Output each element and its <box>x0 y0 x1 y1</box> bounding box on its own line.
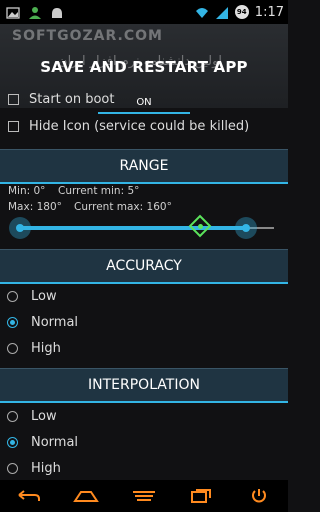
section-divider <box>0 182 288 184</box>
accuracy-option-low[interactable]: Low <box>0 283 288 309</box>
option-label: High <box>31 340 61 356</box>
android-icon <box>50 5 64 19</box>
back-icon[interactable] <box>15 485 43 507</box>
accuracy-title: ACCURACY <box>106 258 182 274</box>
option-label: Normal <box>31 314 79 330</box>
wifi-icon <box>195 5 209 19</box>
save-and-restart-button[interactable]: SAVE AND RESTART APP <box>0 50 288 84</box>
navigation-bar <box>0 480 288 512</box>
interpolation-section-header: INTERPOLATION <box>0 368 288 403</box>
range-max: Max: 180° <box>8 201 62 213</box>
radio-button[interactable] <box>7 342 18 354</box>
range-current-min: Current min: 5° <box>58 185 140 197</box>
recents-icon[interactable] <box>130 485 158 507</box>
option-label: Low <box>31 408 57 424</box>
range-min-handle[interactable] <box>9 217 31 239</box>
option-label: Normal <box>31 434 79 450</box>
signal-icon <box>215 5 229 19</box>
start-on-boot-row[interactable]: Start on boot <box>0 86 288 112</box>
battery-icon: 94 <box>234 5 249 19</box>
start-on-boot-label: Start on boot <box>29 91 115 107</box>
watermark: SOFTGOZAR.COM <box>12 28 163 44</box>
range-section-header: RANGE <box>0 149 288 184</box>
range-title: RANGE <box>119 158 169 174</box>
home-icon[interactable] <box>72 485 100 507</box>
accuracy-option-high[interactable]: High <box>0 335 288 361</box>
radio-button[interactable] <box>7 290 18 302</box>
radio-button-selected[interactable] <box>7 316 18 328</box>
range-max-handle[interactable] <box>235 217 257 239</box>
start-on-boot-checkbox[interactable] <box>8 93 19 105</box>
range-slider-fill <box>20 226 246 230</box>
hide-icon-row[interactable]: Hide Icon (service could be killed) <box>0 113 288 139</box>
hide-icon-checkbox[interactable] <box>8 120 19 132</box>
clock: 1:17 <box>254 4 284 20</box>
radio-button-selected[interactable] <box>7 436 18 448</box>
user-icon <box>28 5 42 19</box>
image-icon <box>6 5 20 19</box>
accuracy-option-normal[interactable]: Normal <box>0 309 288 335</box>
power-icon[interactable] <box>245 485 273 507</box>
interpolation-option-low[interactable]: Low <box>0 403 288 429</box>
hide-icon-label: Hide Icon (service could be killed) <box>29 118 250 134</box>
current-position-dot <box>198 224 203 229</box>
interpolation-title: INTERPOLATION <box>88 377 200 393</box>
radio-button[interactable] <box>7 462 18 474</box>
option-label: High <box>31 460 61 476</box>
accuracy-section-header: ACCURACY <box>0 249 288 284</box>
status-bar: 94 1:17 <box>0 0 288 24</box>
interpolation-option-high[interactable]: High <box>0 455 288 481</box>
range-min: Min: 0° <box>8 185 46 197</box>
interpolation-option-normal[interactable]: Normal <box>0 429 288 455</box>
range-current-max: Current max: 160° <box>74 201 172 213</box>
multiwindow-icon[interactable] <box>188 485 216 507</box>
option-label: Low <box>31 288 57 304</box>
radio-button[interactable] <box>7 410 18 422</box>
